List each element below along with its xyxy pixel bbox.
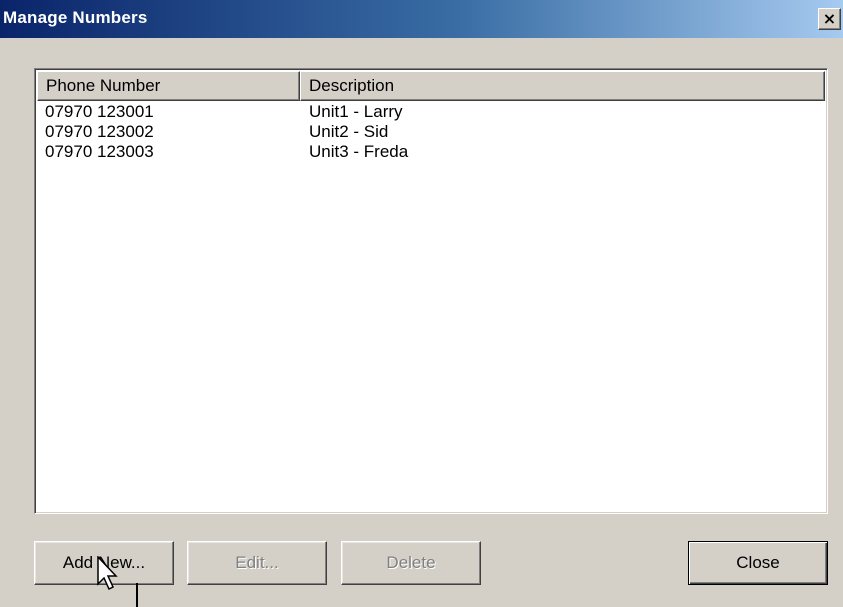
window-title: Manage Numbers: [3, 8, 148, 27]
phone-number-cell: 07970 123002: [45, 122, 154, 141]
close-icon[interactable]: ×: [818, 8, 841, 30]
description-cell: Unit2 - Sid: [309, 122, 389, 141]
list-header: Phone Number Description: [37, 71, 825, 101]
numbers-list[interactable]: Phone Number Description 07970 123001 Un…: [34, 68, 828, 514]
edit-button[interactable]: Edit...: [187, 541, 327, 585]
close-button[interactable]: Close: [688, 541, 828, 585]
list-row[interactable]: 07970 123001 Unit1 - Larry: [37, 102, 825, 122]
arrow-cursor-icon: [97, 556, 118, 591]
column-header-phone-number[interactable]: Phone Number: [37, 71, 300, 101]
phone-number-cell: 07970 123001: [45, 102, 154, 121]
description-cell: Unit3 - Freda: [309, 142, 409, 161]
delete-button[interactable]: Delete: [341, 541, 481, 585]
manage-numbers-dialog: Manage Numbers × Phone Number Descriptio…: [0, 0, 843, 607]
title-bar[interactable]: Manage Numbers ×: [0, 0, 843, 38]
column-header-description[interactable]: Description: [300, 71, 825, 101]
list-body: 07970 123001 Unit1 - Larry 07970 123002 …: [37, 102, 825, 162]
list-row[interactable]: 07970 123002 Unit2 - Sid: [37, 122, 825, 142]
description-cell: Unit1 - Larry: [309, 102, 403, 121]
text-cursor-icon: [136, 583, 138, 607]
phone-number-cell: 07970 123003: [45, 142, 154, 161]
list-row[interactable]: 07970 123003 Unit3 - Freda: [37, 142, 825, 162]
